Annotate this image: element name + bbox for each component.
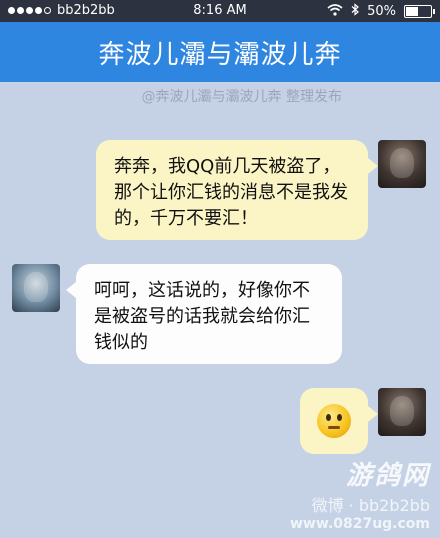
- credit-text: @奔波儿灞与灞波儿奔 整理发布: [141, 89, 342, 105]
- message-text: 呵呵，这话说的，好像你不是被盗号的话我就会给你汇钱似的: [94, 280, 310, 353]
- message-bubble: 呵呵，这话说的，好像你不是被盗号的话我就会给你汇钱似的: [76, 264, 342, 364]
- message-text: 奔奔，我QQ前几天被盗了，那个让你汇钱的消息不是我发的，千万不要汇！: [114, 156, 348, 229]
- page-title: 奔波儿灞与灞波儿奔: [98, 39, 342, 70]
- bubble-tail: [368, 158, 378, 174]
- battery-percent: 50%: [367, 4, 396, 19]
- watermark: 游鸽网 微博 · bb2b2bb www.0827ug.com: [290, 455, 430, 532]
- avatar-left[interactable]: [12, 264, 60, 312]
- bluetooth-icon: [351, 3, 360, 20]
- watermark-logo: 游鸽网: [345, 461, 430, 491]
- title-bar: 奔波儿灞与灞波儿奔: [0, 22, 440, 82]
- watermark-site: www.0827ug.com: [290, 516, 430, 532]
- watermark-weibo: 微博 · bb2b2bb: [311, 496, 430, 515]
- message-bubble: [300, 388, 368, 454]
- bubble-tail: [368, 406, 378, 422]
- avatar-right[interactable]: [378, 140, 426, 188]
- bubble-tail: [66, 282, 76, 298]
- status-bar: bb2b2bb 8:16 AM 50%: [0, 0, 440, 22]
- thinking-face-icon: [317, 404, 351, 438]
- status-right: 50%: [327, 3, 435, 20]
- battery-icon: [404, 5, 435, 18]
- message-bubble: 奔奔，我QQ前几天被盗了，那个让你汇钱的消息不是我发的，千万不要汇！: [96, 140, 368, 240]
- wifi-icon: [327, 3, 343, 20]
- avatar-right[interactable]: [378, 388, 426, 436]
